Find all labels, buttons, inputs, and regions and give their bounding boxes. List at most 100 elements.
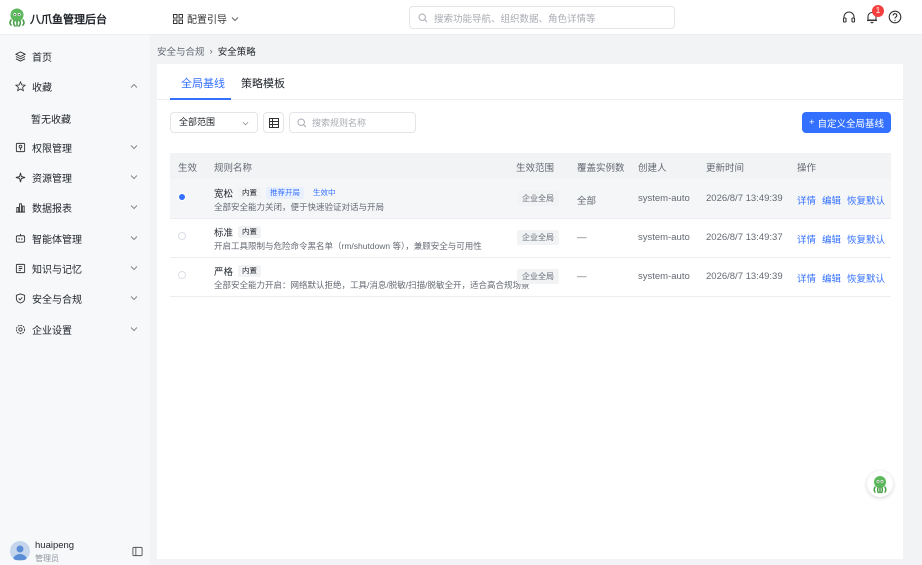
row-actions: 详情 编辑 恢复默认	[797, 271, 885, 285]
octopus-logo-icon[interactable]	[7, 7, 27, 27]
updated-time-cell: 2026/8/7 13:49:39	[706, 271, 783, 282]
table-row[interactable]: 标准 内置 开启工具限制与危险命令黑名单（rm/shutdown 等），兼顾安全…	[170, 218, 891, 258]
active-radio[interactable]	[178, 193, 186, 201]
help-icon[interactable]	[888, 10, 902, 24]
puzzle-icon	[15, 172, 26, 182]
rule-name[interactable]: 宽松	[214, 186, 233, 200]
config-guide-label: 配置引导	[187, 15, 227, 26]
user-profile[interactable]: huaipeng 管理员	[10, 538, 145, 565]
active-radio[interactable]	[178, 232, 186, 240]
global-search-placeholder: 搜索功能导航、组织数据、角色详情等	[434, 13, 596, 25]
chevron-down-icon	[130, 296, 138, 301]
chevron-down-icon	[231, 16, 239, 21]
sidebar-item-favorites[interactable]: 收藏	[0, 71, 150, 101]
rule-name[interactable]: 标准	[214, 225, 233, 239]
column-header: 操作	[797, 163, 817, 174]
robot-icon	[15, 233, 26, 243]
restore-default-link[interactable]: 恢复默认	[847, 271, 885, 285]
rule-description: 全部安全能力关闭，便于快速验证对话与开局	[214, 202, 385, 212]
breadcrumb-parent[interactable]: 安全与合规	[157, 44, 205, 58]
config-guide-button[interactable]: 配置引导	[173, 11, 239, 26]
rule-name[interactable]: 严格	[214, 264, 233, 278]
recommended-tag: 推荐开局	[266, 187, 305, 199]
column-header: 更新时间	[706, 163, 745, 174]
details-link[interactable]: 详情	[797, 271, 816, 285]
sidebar-item-home[interactable]: 首页	[0, 41, 150, 71]
favorites-empty-text: 暂无收藏	[31, 115, 71, 126]
bar-chart-icon	[15, 202, 26, 213]
add-custom-baseline-button[interactable]: + 自定义全局基线	[802, 112, 891, 133]
edit-link[interactable]: 编辑	[822, 193, 841, 207]
gear-icon	[15, 324, 26, 334]
add-custom-baseline-label: 自定义全局基线	[817, 118, 885, 130]
edit-link[interactable]: 编辑	[822, 271, 841, 285]
rule-description: 开启工具限制与危险命令黑名单（rm/shutdown 等），兼顾安全与可用性	[214, 241, 482, 251]
table-row[interactable]: 宽松 内置 推荐开局 生效中 全部安全能力关闭，便于快速验证对话与开局 企业全局…	[170, 179, 891, 219]
builtin-tag: 内置	[238, 226, 262, 238]
scope-select[interactable]: 全部范围	[170, 112, 258, 133]
breadcrumb-current: 安全策略	[217, 47, 256, 58]
sidebar-item-label: 资源管理	[32, 173, 72, 185]
tab-policy-templates[interactable]: 策略模板	[241, 75, 285, 91]
chevron-down-icon	[130, 205, 138, 210]
grid-icon	[173, 13, 183, 24]
updated-time-cell: 2026/8/7 13:49:39	[706, 193, 783, 204]
sidebar-item-label: 安全与合规	[32, 294, 82, 306]
notification-badge: 1	[872, 5, 884, 17]
chevron-down-icon	[130, 236, 138, 241]
top-bar: 八爪鱼管理后台 配置引导 搜索功能导航、组织数据、角色详情等 1	[0, 0, 922, 35]
sidebar-item-resources[interactable]: 资源管理	[0, 162, 150, 192]
column-header: 覆盖实例数	[577, 163, 625, 174]
search-icon	[418, 12, 428, 22]
builtin-tag: 内置	[238, 265, 262, 277]
sidebar-item-security[interactable]: 安全与合规	[0, 283, 150, 313]
plus-icon: +	[808, 117, 815, 128]
table-row[interactable]: 严格 内置 全部安全能力开启：网络默认拒绝，工具/消息/脱敏/扫描/脱敏全开，适…	[170, 257, 891, 297]
breadcrumb: 安全与合规 › 安全策略	[157, 44, 256, 59]
row-actions: 详情 编辑 恢复默认	[797, 232, 885, 246]
restore-default-link[interactable]: 恢复默认	[847, 193, 885, 207]
collapse-sidebar-icon[interactable]	[132, 546, 143, 557]
active-tab-indicator	[170, 98, 231, 100]
active-radio[interactable]	[178, 271, 186, 279]
sidebar-item-enterprise-settings[interactable]: 企业设置	[0, 314, 150, 344]
creator-cell: system-auto	[638, 193, 690, 204]
column-header: 规则名称	[214, 163, 253, 174]
avatar	[10, 541, 30, 561]
sidebar-item-permissions[interactable]: 权限管理	[0, 132, 150, 162]
user-role: 管理员	[35, 554, 59, 563]
column-header: 生效	[178, 163, 198, 174]
details-link[interactable]: 详情	[797, 193, 816, 207]
edit-link[interactable]: 编辑	[822, 232, 841, 246]
tab-bar: 全局基线 策略模板	[157, 64, 903, 100]
scope-tag: 企业全局	[517, 191, 559, 206]
rule-search-input[interactable]: 搜索规则名称	[289, 112, 416, 133]
key-icon	[15, 142, 26, 152]
chevron-down-icon	[130, 266, 138, 271]
column-settings-button[interactable]	[263, 112, 284, 133]
sidebar-item-label: 数据报表	[32, 203, 72, 215]
star-icon	[15, 80, 26, 91]
layers-icon	[15, 50, 26, 62]
sidebar-item-label: 收藏	[32, 82, 52, 94]
column-header: 创建人	[638, 163, 667, 174]
tab-global-baseline[interactable]: 全局基线	[181, 75, 225, 91]
search-icon	[297, 117, 307, 127]
shield-icon	[15, 292, 26, 304]
headset-icon[interactable]	[842, 10, 856, 24]
sidebar-item-agents[interactable]: 智能体管理	[0, 223, 150, 253]
breadcrumb-separator: ›	[209, 45, 213, 57]
chevron-down-icon	[130, 327, 138, 332]
assistant-float-button[interactable]	[867, 471, 893, 497]
sidebar-item-reports[interactable]: 数据报表	[0, 192, 150, 222]
book-icon	[15, 263, 26, 273]
details-link[interactable]: 详情	[797, 232, 816, 246]
user-name: huaipeng	[35, 540, 75, 551]
active-status-tag: 生效中	[313, 188, 336, 197]
restore-default-link[interactable]: 恢复默认	[847, 232, 885, 246]
creator-cell: system-auto	[638, 271, 690, 282]
creator-cell: system-auto	[638, 232, 690, 243]
global-search-input[interactable]: 搜索功能导航、组织数据、角色详情等	[409, 6, 675, 29]
sidebar-item-knowledge[interactable]: 知识与记忆	[0, 253, 150, 283]
rule-name-cell: 严格 内置	[214, 264, 262, 278]
